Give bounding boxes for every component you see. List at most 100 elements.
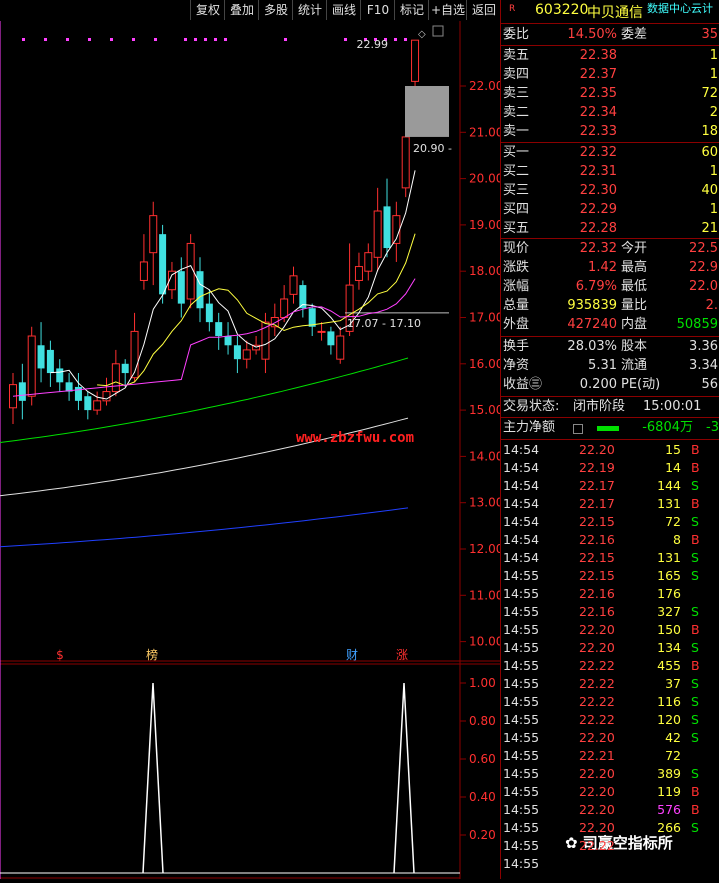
fund-label-2: 流通: [621, 358, 648, 373]
tick-price: 22.19: [579, 460, 615, 475]
marker-dot: [66, 38, 69, 41]
industry-tag[interactable]: 数据中心云计: [647, 0, 713, 16]
candle-body: [289, 275, 298, 295]
tick-row: 14:55 22.20 576 B: [501, 801, 719, 819]
tick-row: 14:55: [501, 855, 719, 873]
weicha-label: 委差: [621, 27, 648, 42]
stat-label: 现价: [503, 241, 530, 256]
main-net-value: -6804万: [642, 420, 693, 435]
price-axis-label: 16.00: [469, 357, 500, 371]
status-value: 闭市阶段: [573, 399, 626, 414]
bid-price: 22.29: [579, 202, 617, 217]
tick-time: 14:55: [503, 730, 540, 745]
toolbar-button-5[interactable]: F10: [360, 0, 395, 20]
stat-label: 涨跌: [503, 260, 530, 275]
tick-row: 14:54 22.17 144 S: [501, 477, 719, 495]
tick-time: 14:55: [503, 676, 540, 691]
ask-row: 卖五 22.38 1: [501, 47, 719, 65]
bid-row: 买二 22.31 1: [501, 163, 719, 181]
stock-code: 603220: [535, 2, 589, 18]
price-axis-label: 11.00: [469, 588, 500, 602]
stock-header: R 603220 中贝通信 数据中心云计: [501, 0, 719, 22]
bid-row: 买三 22.30 40: [501, 182, 719, 200]
tick-volume: 144: [657, 478, 681, 493]
fund-label-2: 股本: [621, 339, 648, 354]
candle-body: [401, 136, 410, 189]
toolbar-button-4[interactable]: 画线: [326, 0, 361, 20]
bid-volume: 21: [701, 221, 718, 236]
bid-row: 买一 22.32 60: [501, 144, 719, 162]
watermark: www.zbzfwu.com: [296, 430, 415, 446]
main-net-row: 主力净额 -6804万 -3: [501, 419, 719, 437]
tick-side: B: [691, 496, 700, 511]
fund-row: 净资 5.31 流通 3.34: [501, 357, 719, 375]
bid-label: 买二: [503, 164, 530, 179]
indicator-axis-label: 0.80: [469, 714, 496, 728]
expand-icon[interactable]: [573, 424, 583, 434]
stat-value: 427240: [567, 317, 617, 332]
marker-dot: [22, 38, 25, 41]
toolbar-button-3[interactable]: 统计: [292, 0, 327, 20]
candle-body: [177, 271, 185, 304]
tick-price: 22.20: [579, 622, 615, 637]
ask-volume: 2: [709, 105, 718, 120]
tick-time: 14:55: [503, 820, 540, 835]
ask-label: 卖四: [503, 67, 530, 82]
price-axis-label: 18.00: [469, 264, 500, 278]
tick-time: 14:55: [503, 658, 540, 673]
gap-box: [405, 86, 449, 137]
stat-label-2: 量比: [621, 298, 648, 313]
bid-volume: 40: [701, 183, 718, 198]
tick-time: 14:55: [503, 694, 540, 709]
tick-price: 22.16: [579, 604, 615, 619]
candle-body: [84, 396, 92, 411]
candle-body: [224, 336, 232, 346]
bid-row: 买四 22.29 1: [501, 201, 719, 219]
toolbar-button-0[interactable]: 复权: [190, 0, 225, 20]
net-bar: [597, 426, 619, 431]
tick-price: 22.17: [579, 496, 615, 511]
toolbar-button-1[interactable]: 叠加: [224, 0, 259, 20]
price-axis-label: 21.00: [469, 125, 500, 139]
tick-row: 14:55 22.22: [501, 837, 719, 855]
tick-row: 14:55 22.20 42 S: [501, 729, 719, 747]
tick-row: 14:55 22.20 389 S: [501, 765, 719, 783]
price-axis-label: 20.00: [469, 172, 500, 186]
tick-row: 14:55 22.22 116 S: [501, 693, 719, 711]
tick-price: 22.20: [579, 784, 615, 799]
tick-price: 22.22: [579, 658, 615, 673]
kline-chart-area[interactable]: 22.00 21.00 20.00 19.00 18.00 17.00 16.00 15.00…: [0, 21, 503, 879]
event-marker: 涨: [396, 647, 408, 662]
kline-chart[interactable]: 22.00 21.00 20.00 19.00 18.00 17.00 16.00 15.00…: [0, 21, 503, 879]
tick-time: 14:55: [503, 622, 540, 637]
toolbar-button-8[interactable]: 返回: [466, 0, 501, 20]
toolbar-button-7[interactable]: +自选: [428, 0, 467, 20]
toolbar-button-2[interactable]: 多股: [258, 0, 293, 20]
candle-body: [205, 303, 213, 323]
fund-value-2: 3.36: [689, 339, 718, 354]
candle-body: [139, 261, 148, 281]
tick-side: S: [691, 766, 699, 781]
panel-toggle-icon: [432, 25, 444, 37]
tick-volume: 72: [665, 514, 681, 529]
tick-row: 14:55 22.20 119 B: [501, 783, 719, 801]
tick-price: 22.15: [579, 514, 615, 529]
marker-dot: [88, 38, 91, 41]
candle-body: [111, 363, 120, 393]
bid-label: 买三: [503, 183, 530, 198]
stat-value-2: 22.0: [689, 279, 718, 294]
indicator-axis-label: 1.00: [469, 676, 496, 690]
ask-price: 22.33: [579, 124, 617, 139]
tick-side: B: [691, 658, 700, 673]
marker-dot: [404, 38, 407, 41]
tick-price: 22.20: [579, 640, 615, 655]
stat-label: 外盘: [503, 317, 530, 332]
stat-row: 总量 935839 量比 2.: [501, 297, 719, 315]
toolbar-button-6[interactable]: 标记: [394, 0, 429, 20]
tick-time: 14:54: [503, 478, 540, 493]
tick-time: 14:55: [503, 766, 540, 781]
ask-label: 卖二: [503, 105, 530, 120]
tick-side: B: [691, 460, 700, 475]
candle-body: [46, 349, 54, 374]
tick-volume: 327: [657, 604, 681, 619]
